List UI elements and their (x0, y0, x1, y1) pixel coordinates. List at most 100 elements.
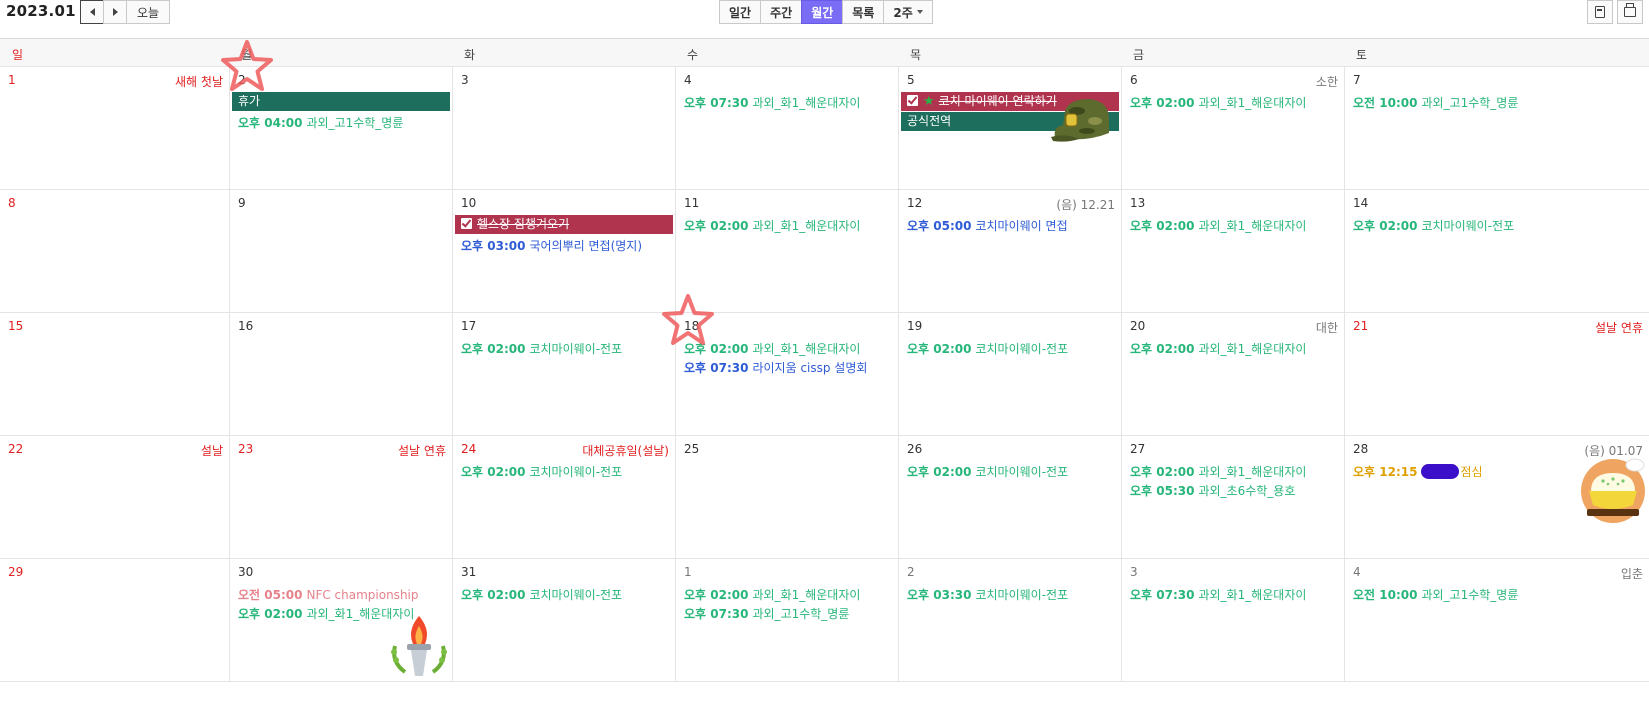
timed-event[interactable]: 오후 05:00 코치마이웨이 면접 (907, 217, 1068, 234)
timed-event[interactable]: 오후 02:00 과외_화1_해운대자이 (1130, 463, 1306, 480)
timed-event[interactable]: 오후 02:00 과외_화1_해운대자이 (684, 586, 860, 603)
timed-event[interactable]: 오후 04:00 과외_고1수학_명륜 (238, 114, 403, 131)
day-cell[interactable]: 10 헬스장 짐챙겨오기 오후 03:00 국어의뿌리 면접(명지) (452, 190, 675, 313)
day-cell[interactable]: 20 대한 오후 02:00 과외_화1_해운대자이 (1121, 313, 1344, 436)
timed-event[interactable]: 오후 02:00 코치마이웨이-전포 (1353, 217, 1514, 234)
day-cell[interactable]: 3 (452, 67, 675, 190)
event-title: 코치마이웨이-전포 (975, 465, 1069, 479)
event-title: 과외_화1_해운대자이 (1198, 588, 1307, 602)
day-cell[interactable]: 7 오전 10:00 과외_고1수학_명륜 (1344, 67, 1649, 190)
event-time: 오후 02:00 (1130, 219, 1195, 233)
view-tab-label: 일간 (729, 5, 752, 20)
day-cell[interactable]: 16 (229, 313, 452, 436)
event-time: 오후 02:00 (1130, 96, 1195, 110)
timed-event[interactable]: 오후 03:30 코치마이웨이-전포 (907, 586, 1068, 603)
day-cell[interactable]: 29 (0, 559, 229, 682)
event-title: 과외_화1_해운대자이 (752, 342, 861, 356)
timed-event[interactable]: 오후 02:00 과외_화1_해운대자이 (684, 217, 860, 234)
day-number: 9 (238, 196, 246, 210)
day-cell[interactable]: 24 대체공휴일(설날) 오후 02:00 코치마이웨이-전포 (452, 436, 675, 559)
view-tab-3[interactable]: 목록 (842, 0, 885, 24)
today-button[interactable]: 오늘 (126, 0, 170, 24)
timed-event[interactable]: 오후 07:30 라이지움 cissp 설명회 (684, 359, 867, 376)
timed-event[interactable]: 오후 02:00 과외_화1_해운대자이 (1130, 217, 1306, 234)
holiday-label: 새해 첫날 (175, 75, 223, 89)
calculator-icon (1595, 6, 1605, 18)
day-number: 16 (238, 319, 254, 333)
timed-event[interactable]: 오후 02:00 코치마이웨이-전포 (461, 340, 622, 357)
day-cell[interactable]: 15 (0, 313, 229, 436)
timed-event[interactable]: 오전 10:00 과외_고1수학_명륜 (1353, 586, 1518, 603)
day-cell[interactable]: 13 오후 02:00 과외_화1_해운대자이 (1121, 190, 1344, 313)
weekday-label: 화 (464, 48, 476, 62)
day-cell[interactable]: 31 오후 02:00 코치마이웨이-전포 (452, 559, 675, 682)
view-tab-0[interactable]: 일간 (719, 0, 762, 24)
print-button[interactable] (1617, 0, 1643, 24)
timed-event[interactable]: 오후 05:30 과외_초6수학_용호 (1130, 482, 1295, 499)
timed-event[interactable]: 오전 05:00 NFC championship (238, 586, 419, 603)
timed-event[interactable]: 오후 07:30 과외_화1_해운대자이 (1130, 586, 1306, 603)
holiday-label: 설날 연휴 (398, 444, 446, 458)
week-row: 22 설날 23 설날 연휴 24 대체공휴일(설날) 오후 02:00 코치마이웨이-전포 2… (0, 436, 1649, 559)
timed-event[interactable]: 오전 10:00 과외_고1수학_명륜 (1353, 94, 1518, 111)
timed-event[interactable]: 오후 02:00 코치마이웨이-전포 (907, 340, 1068, 357)
all-day-event[interactable]: 헬스장 짐챙겨오기 (455, 215, 673, 234)
timed-event[interactable]: 오후 02:00 코치마이웨이-전포 (907, 463, 1068, 480)
day-number: 20 (1130, 319, 1146, 333)
view-tab-1[interactable]: 주간 (760, 0, 803, 24)
day-cell[interactable]: 3 오후 07:30 과외_화1_해운대자이 (1121, 559, 1344, 682)
day-cell[interactable]: 22 설날 (0, 436, 229, 559)
event-time: 오전 10:00 (1353, 588, 1418, 602)
day-cell[interactable]: 1 오후 02:00 과외_화1_해운대자이 오후 07:30 과외_고1수학_명륜 (675, 559, 898, 682)
timed-event[interactable]: 오후 07:30 과외_화1_해운대자이 (684, 94, 860, 111)
day-cell[interactable]: 26 오후 02:00 코치마이웨이-전포 (898, 436, 1121, 559)
month-calendar: 일월화수목금토 1 새해 첫날 2 휴가 오후 04:00 과외_고1수학_명륜 3 4 오후 … (0, 38, 1649, 713)
timed-event[interactable]: 오후 02:00 과외_화1_해운대자이 (1130, 340, 1306, 357)
day-cell[interactable]: 14 오후 02:00 코치마이웨이-전포 (1344, 190, 1649, 313)
day-number: 14 (1353, 196, 1369, 210)
view-tab-2[interactable]: 월간 (801, 0, 844, 24)
chevron-left-icon (89, 8, 95, 16)
timed-event[interactable]: 오후 02:00 코치마이웨이-전포 (461, 586, 622, 603)
event-title: 코치마이웨이 면접 (975, 219, 1068, 233)
star-sticker (660, 293, 716, 352)
next-month-button[interactable] (103, 0, 127, 24)
day-cell[interactable]: 1 새해 첫날 (0, 67, 229, 190)
day-cell[interactable]: 9 (229, 190, 452, 313)
checkbox-checked-icon[interactable] (907, 95, 918, 106)
prev-month-button[interactable] (80, 0, 104, 24)
timed-event[interactable]: 오후 03:00 국어의뿌리 면접(명지) (461, 237, 642, 254)
lunar-term-label: (음) 12.21 (1056, 198, 1115, 212)
day-cell[interactable]: 19 오후 02:00 코치마이웨이-전포 (898, 313, 1121, 436)
view-tab-label: 목록 (852, 5, 875, 20)
day-cell[interactable]: 6 소한 오후 02:00 과외_화1_해운대자이 (1121, 67, 1344, 190)
day-cell[interactable]: 2 오후 03:30 코치마이웨이-전포 (898, 559, 1121, 682)
day-cell[interactable]: 23 설날 연휴 (229, 436, 452, 559)
event-time: 오후 02:00 (238, 607, 303, 621)
day-cell[interactable]: 8 (0, 190, 229, 313)
checkbox-checked-icon[interactable] (461, 218, 472, 229)
day-cell[interactable]: 4 오후 07:30 과외_화1_해운대자이 (675, 67, 898, 190)
day-number: 12 (907, 196, 923, 210)
event-title: 과외_화1_해운대자이 (752, 96, 861, 110)
day-cell[interactable]: 25 (675, 436, 898, 559)
timed-event[interactable]: 오후 12:15 점심 (1353, 463, 1483, 480)
day-cell[interactable]: 4 입춘 오전 10:00 과외_고1수학_명륜 (1344, 559, 1649, 682)
event-title: 코치마이웨이-전포 (975, 342, 1069, 356)
timed-event[interactable]: 오후 02:00 코치마이웨이-전포 (461, 463, 622, 480)
day-cell[interactable]: 21 설날 연휴 (1344, 313, 1649, 436)
day-cell[interactable]: 27 오후 02:00 과외_화1_해운대자이 오후 05:30 과외_초6수학_용호 (1121, 436, 1344, 559)
day-cell[interactable]: 12 (음) 12.21 오후 05:00 코치마이웨이 면접 (898, 190, 1121, 313)
timed-event[interactable]: 오후 02:00 과외_화1_해운대자이 (1130, 94, 1306, 111)
event-time: 오후 02:00 (461, 342, 526, 356)
week-row: 15 16 17 오후 02:00 코치마이웨이-전포 18 오후 02:00 과외_화1_해… (0, 313, 1649, 436)
calculator-button[interactable] (1587, 0, 1613, 24)
day-cell[interactable]: 17 오후 02:00 코치마이웨이-전포 (452, 313, 675, 436)
view-tab-4[interactable]: 2주 (883, 0, 933, 24)
weekday-label: 목 (910, 48, 922, 62)
day-number: 13 (1130, 196, 1146, 210)
timed-event[interactable]: 오후 07:30 과외_고1수학_명륜 (684, 605, 849, 622)
chevron-right-icon (112, 8, 118, 16)
view-tab-label: 주간 (770, 5, 793, 20)
day-number: 17 (461, 319, 477, 333)
